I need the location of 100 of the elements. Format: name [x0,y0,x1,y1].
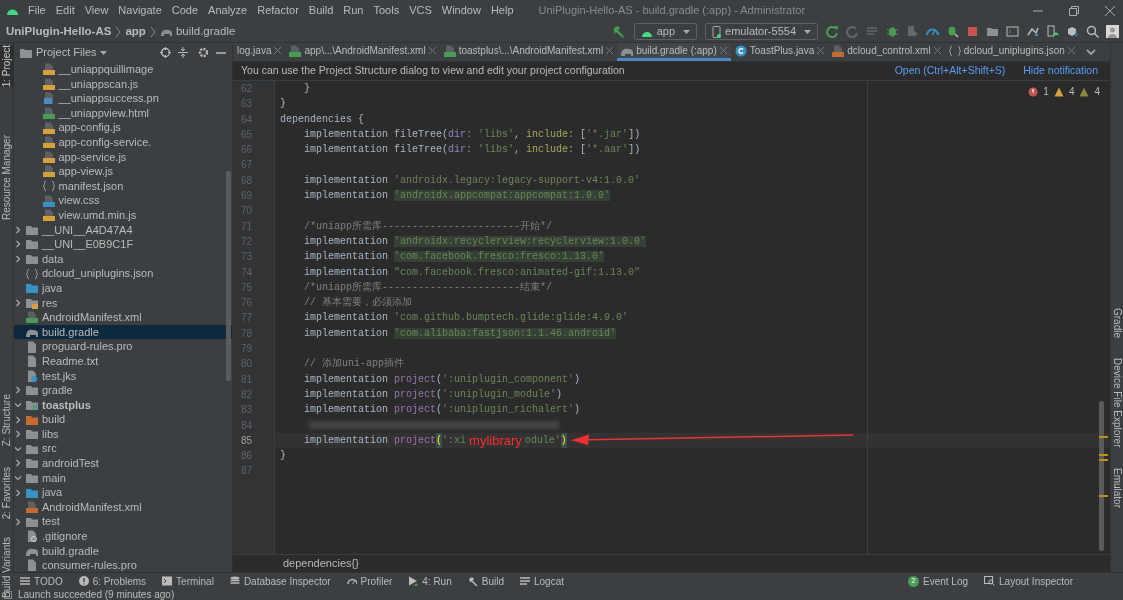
minimize-icon[interactable] [216,51,226,54]
menu-item[interactable]: Build [303,2,339,19]
tree-item[interactable]: app-config-service. [14,134,232,150]
tool-window-button[interactable]: 2: Favorites [0,466,14,519]
menu-item[interactable]: Help [485,2,519,19]
tree-item[interactable]: gradle [14,383,232,398]
refresh-icon[interactable] [826,25,839,38]
tree-item[interactable]: __UNI__A4D47A4 [14,222,232,238]
tree-item[interactable]: test [14,514,232,529]
close-icon[interactable] [719,47,727,54]
editor-tab[interactable]: dcloud_uniplugins.json [944,43,1079,61]
menu-item[interactable]: Code [166,2,204,19]
tree-item[interactable]: build.gradle [14,324,232,340]
collapse-icon[interactable] [178,47,188,58]
menu-item[interactable]: Edit [50,2,80,19]
hammer-icon[interactable] [611,24,626,39]
chevron-right-icon[interactable] [14,386,22,395]
tree-item[interactable]: .gitignore [14,529,232,544]
menu-item[interactable]: File [23,2,51,19]
chevron-down-icon[interactable] [14,444,22,453]
folder-icon[interactable] [986,25,999,38]
target-icon[interactable] [160,47,171,58]
tree-item[interactable]: app-service.js [14,149,232,165]
tool-window-button[interactable]: Emulator [1109,467,1123,508]
chevron-right-icon[interactable] [14,240,22,249]
menu-item[interactable]: Analyze [203,2,253,19]
tree-item[interactable]: proguard-rules.pro [14,339,232,354]
inspection-count[interactable]: 1 [1043,84,1049,99]
editor-tab[interactable]: app\...\AndroidManifest.xml [285,43,440,61]
chevron-icon[interactable] [1086,49,1096,55]
chevron-right-icon[interactable] [14,225,22,234]
settings-icon[interactable] [198,47,209,58]
tool-window-button[interactable]: Build Variants [0,536,14,598]
tree-item[interactable]: AndroidManifest.xml [14,499,232,515]
inspection-count[interactable]: 4 [1094,84,1100,99]
tool-window-button[interactable]: TODO [34,573,63,589]
search-icon[interactable] [1086,25,1099,38]
tool-window-button[interactable]: 6: Problems [92,573,147,589]
menu-item[interactable]: Refactor [252,2,304,19]
bug-icon[interactable] [946,25,959,38]
notification-link[interactable]: Open (Ctrl+Alt+Shift+S) [894,63,1006,79]
tool-window-button[interactable]: 1: Project [0,45,14,88]
close-icon[interactable] [428,47,436,54]
notification-link[interactable]: Hide notification [1023,63,1098,79]
tool-window-button[interactable]: Gradle [1109,308,1123,338]
stop-icon[interactable] [966,25,979,38]
breadcrumb-item[interactable]: build.gradle [175,22,236,41]
tool-window-button[interactable]: Database Inspector [243,573,331,589]
terminal-icon[interactable] [1006,25,1019,38]
chevron-right-icon[interactable] [14,255,22,263]
square-icon[interactable] [4,590,12,599]
menu-item[interactable]: Window [436,2,486,19]
tree-item[interactable]: main [14,470,232,486]
editor-tab[interactable]: dcloud_control.xml [828,43,945,61]
tree-item[interactable]: view.css [14,193,232,208]
chevron-down-icon[interactable] [14,400,22,409]
tree-item[interactable]: manifest.json [14,178,232,194]
code-breadcrumb[interactable]: dependencies{} [283,555,359,572]
tree-item[interactable]: src [14,441,232,457]
tree-item[interactable]: consumer-rules.pro [14,558,232,572]
tool-window-button[interactable]: Layout Inspector [999,573,1073,589]
scrollbar[interactable] [226,171,231,381]
tree-item[interactable]: build [14,412,232,427]
chevron-right-icon[interactable] [14,430,22,439]
tree-item[interactable]: java [14,485,232,500]
menu-item[interactable]: VCS [404,2,437,19]
tree-item[interactable]: java [14,280,232,296]
tool-window-button[interactable]: Build [481,573,504,589]
menu-item[interactable]: Navigate [113,2,167,19]
tree-item[interactable]: __uniappsuccess.pn [14,91,232,106]
chevron-down-icon[interactable] [14,473,22,482]
close-icon[interactable] [274,47,282,54]
editor-tab[interactable]: log.java [233,43,286,61]
package-icon[interactable] [1066,25,1079,38]
menu-item[interactable]: View [79,2,114,19]
bug-icon[interactable] [886,25,899,38]
tool-window-button[interactable]: Event Log [923,573,969,589]
close-icon[interactable] [1105,5,1115,16]
tool-window-button[interactable]: Device File Explorer [1109,358,1123,448]
warning-icon[interactable] [1053,86,1064,97]
tree-item[interactable]: __uniappview.html [14,105,232,121]
editor-tab[interactable]: ToastPlus.java [730,43,829,61]
close-icon[interactable] [1067,47,1075,54]
tree-item[interactable]: __uniappquillimage [14,62,232,77]
restore-icon[interactable] [1069,5,1079,16]
tool-window-button[interactable]: Resource Manager [0,135,14,221]
chevron-right-icon[interactable] [14,459,22,468]
tree-item[interactable]: libs [14,426,232,442]
tree-item[interactable]: androidTest [14,456,232,471]
tree-item[interactable]: view.umd.min.js [14,207,232,223]
close-icon[interactable] [933,47,941,54]
caret-icon[interactable] [99,50,107,55]
device-dropdown[interactable]: emulator-5554 [705,23,818,40]
tree-item[interactable]: dcloud_uniplugins.json [14,266,232,281]
inspection-count[interactable]: 4 [1068,84,1075,99]
tool-window-button[interactable]: Profiler [360,573,393,589]
editor-tab[interactable]: toastplus\...\AndroidManifest.xml [439,43,618,61]
tool-window-button[interactable]: Terminal [176,573,214,589]
error-icon[interactable] [1028,86,1039,97]
tree-item[interactable]: data [14,251,232,267]
